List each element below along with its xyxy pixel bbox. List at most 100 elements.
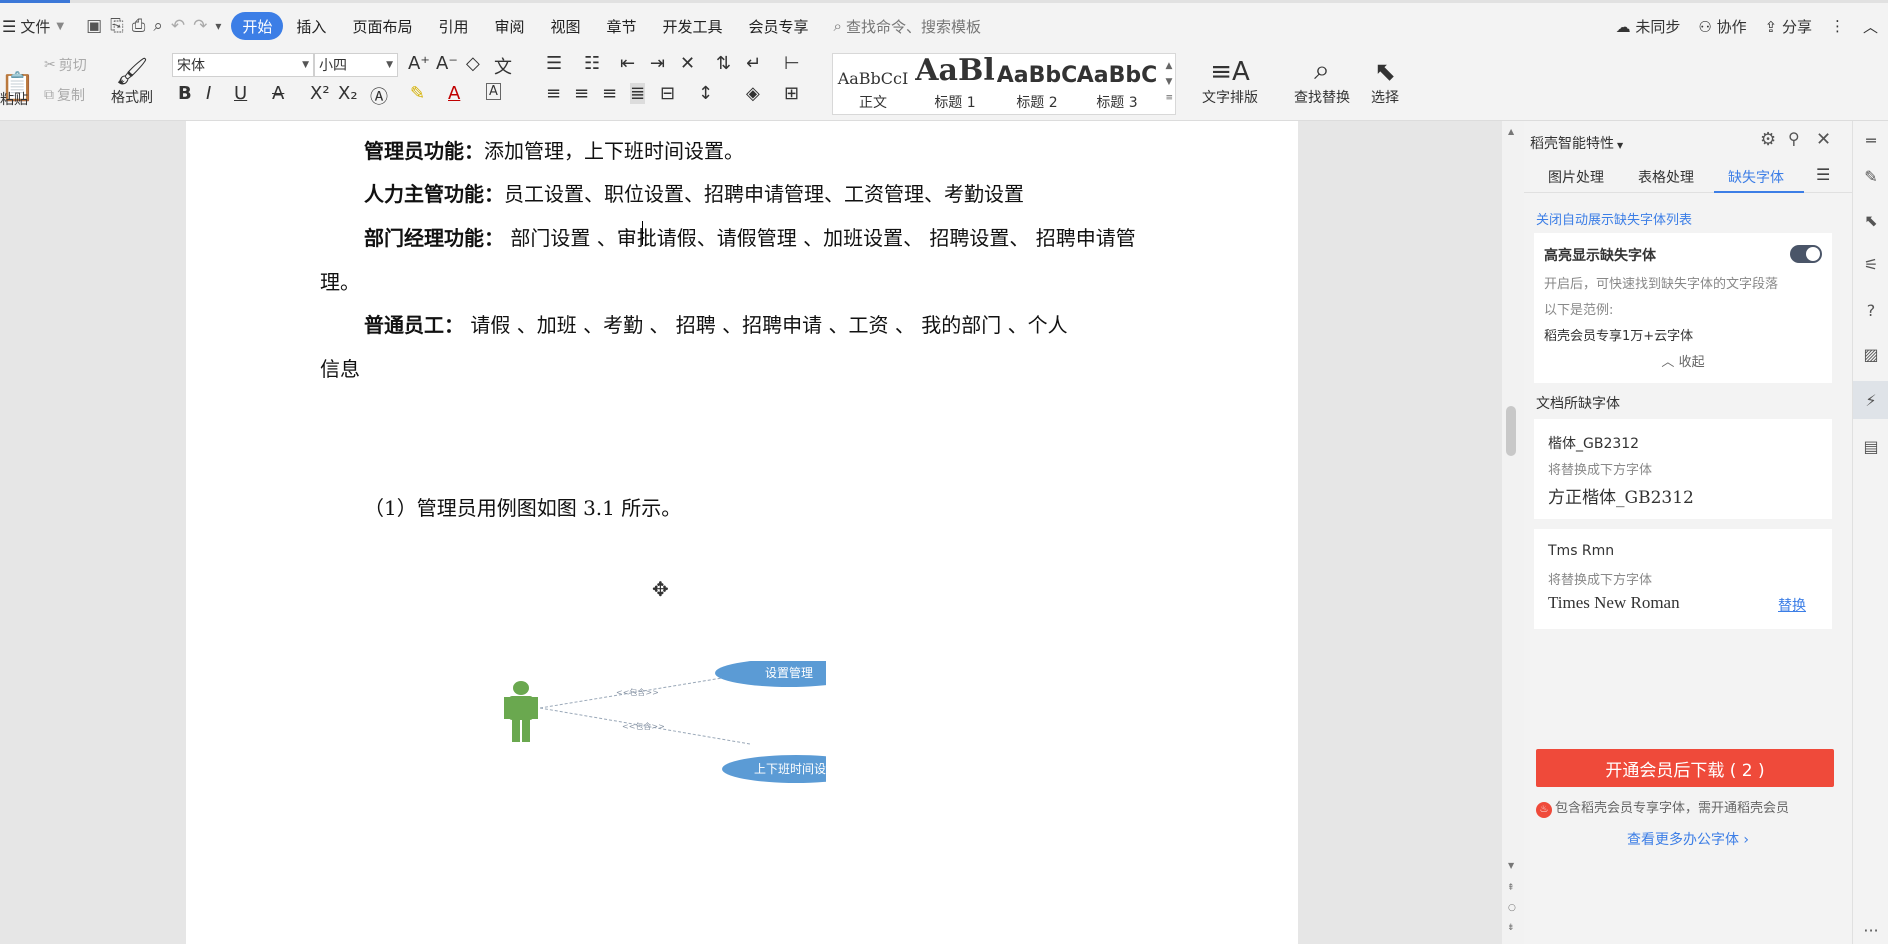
document-page[interactable]: 管理员功能：添加管理，上下班时间设置。 人力主管功能：员工设置、职位设置、招聘申…	[186, 121, 1298, 944]
collapse-ribbon-icon[interactable]: ︿	[1863, 16, 1878, 37]
sidebar-select[interactable]: ⬉	[1853, 201, 1888, 239]
sidebar-image[interactable]: ▨	[1853, 335, 1888, 373]
scroll-down-icon[interactable]: ▼	[1508, 861, 1514, 870]
scroll-thumb[interactable]	[1506, 406, 1516, 456]
tab-view[interactable]: 视图	[537, 12, 593, 40]
menu-icon[interactable]: ☰	[1816, 165, 1830, 184]
grow-font-icon[interactable]: A⁺	[408, 53, 430, 74]
tab-chapter[interactable]: 章节	[594, 12, 650, 40]
numbered-list-icon[interactable]: ☷	[584, 53, 600, 74]
close-auto-link[interactable]: 关闭自动展示缺失字体列表	[1536, 209, 1692, 228]
close-icon[interactable]: ✕	[1816, 129, 1831, 150]
highlight-icon[interactable]: ✎	[410, 83, 425, 104]
align-left-icon[interactable]: ≡	[546, 83, 561, 104]
sidebar-settings[interactable]: ⚟	[1853, 245, 1888, 283]
tab-table-processing[interactable]: 表格处理	[1638, 167, 1694, 187]
save-icon[interactable]: ▣	[86, 16, 102, 36]
pin-icon[interactable]: ⚲	[1788, 129, 1800, 148]
style-heading-2[interactable]: AaBbC 标题 2	[997, 54, 1077, 114]
tab-page-layout[interactable]: 页面布局	[339, 12, 425, 40]
phonetic-icon[interactable]: 文	[494, 53, 512, 79]
more-fonts-link[interactable]: 查看更多办公字体 ›	[1524, 829, 1852, 849]
share-button[interactable]: ⇪ 分享	[1765, 16, 1812, 37]
sync-button[interactable]: ☁ 未同步	[1616, 16, 1681, 37]
tab-developer[interactable]: 开发工具	[650, 12, 736, 40]
shading-icon[interactable]: ◈	[746, 83, 760, 104]
sidebar-edit[interactable]: ✎	[1853, 157, 1888, 195]
format-painter-button[interactable]: 🖌 格式刷	[106, 49, 158, 121]
vertical-scrollbar[interactable]: ▲ ▼ ⇞ ○ ⇟	[1502, 121, 1524, 944]
sidebar-doc[interactable]: ▤	[1853, 427, 1888, 465]
collapse-button[interactable]: ︿ 收起	[1534, 351, 1832, 370]
superscript-icon[interactable]: X²	[310, 83, 330, 104]
tab-missing-fonts[interactable]: 缺失字体	[1728, 167, 1784, 187]
decrease-indent-icon[interactable]: ⇤	[620, 53, 635, 74]
paste-button[interactable]: 📋 粘贴	[0, 49, 36, 121]
increase-indent-icon[interactable]: ⇥	[650, 53, 665, 74]
style-heading-1[interactable]: AaBl 标题 1	[915, 54, 995, 114]
scroll-up-icon[interactable]: ▲	[1508, 127, 1514, 136]
underline-icon[interactable]: U	[234, 83, 247, 104]
subscript-icon[interactable]: X₂	[338, 83, 358, 104]
font-name-select[interactable]: 宋体 ▼	[172, 53, 314, 77]
strikethrough-icon[interactable]: A	[272, 83, 284, 104]
distributed-icon[interactable]: ⊟	[660, 83, 675, 104]
styles-scroll-icon[interactable]: ▲ ▼ ≡	[1165, 58, 1173, 106]
tab-home[interactable]: 开始	[231, 12, 284, 40]
vip-download-button[interactable]: 开通会员后下载 ( 2 )	[1536, 749, 1834, 787]
bold-icon[interactable]: B	[178, 83, 192, 104]
font-color-icon[interactable]: A	[448, 83, 460, 104]
select-browse-icon[interactable]: ○	[1508, 903, 1516, 913]
redo-icon[interactable]: ↷	[193, 16, 207, 36]
command-search[interactable]: ⌕ 查找命令、搜索模板	[834, 16, 981, 37]
file-menu[interactable]: ☰ 文件 ▼	[2, 16, 64, 37]
tab-review[interactable]: 审阅	[481, 12, 537, 40]
sort-icon[interactable]: ⇅	[716, 53, 731, 74]
prev-page-icon[interactable]: ⇞	[1507, 883, 1515, 893]
tab-image-processing[interactable]: 图片处理	[1548, 167, 1604, 187]
tab-references[interactable]: 引用	[425, 12, 481, 40]
char-border-icon[interactable]: A	[486, 83, 501, 100]
align-right-icon[interactable]: ≡	[602, 83, 617, 104]
style-heading-3[interactable]: AaBbC 标题 3	[1077, 54, 1157, 114]
cut-button[interactable]: ✂ 剪切	[44, 55, 87, 75]
paragraph-marks-icon[interactable]: ↵	[746, 53, 761, 74]
text-effect-icon[interactable]: Ⓐ	[370, 83, 388, 109]
next-page-icon[interactable]: ⇟	[1507, 923, 1515, 933]
clear-format-icon[interactable]: ◇	[466, 53, 480, 74]
sidebar-help[interactable]: ?	[1853, 291, 1888, 329]
tab-insert[interactable]: 插入	[283, 12, 339, 40]
text-layout-button[interactable]: ≡A 文字排版	[1190, 49, 1270, 121]
use-case-diagram[interactable]: <<包含>> <<包含>> 设置管理 上下班时间设置	[486, 661, 826, 811]
find-replace-button[interactable]: ⌕ 查找替换	[1284, 49, 1360, 121]
chinese-layout-icon[interactable]: ✕	[680, 53, 695, 74]
style-normal[interactable]: AaBbCcI 正文	[833, 54, 913, 114]
italic-icon[interactable]: I	[206, 83, 211, 104]
tab-stops-icon[interactable]: ⊢	[784, 53, 800, 74]
print-icon[interactable]: ⎙	[132, 16, 146, 36]
align-center-icon[interactable]: ≡	[574, 83, 589, 104]
more-icon[interactable]: ⋮	[1830, 17, 1845, 35]
undo-icon[interactable]: ↶	[171, 16, 185, 36]
gear-icon[interactable]: ⚙	[1760, 129, 1776, 150]
panel-title[interactable]: 稻壳智能特性 ▼	[1530, 133, 1623, 153]
copy-button[interactable]: ⧉ 复制	[44, 85, 85, 105]
sidebar-smart[interactable]: ⚡	[1853, 381, 1888, 419]
sidebar-more[interactable]: ···	[1853, 911, 1888, 944]
borders-icon[interactable]: ⊞	[784, 83, 799, 104]
export-pdf-icon[interactable]: ⎘	[110, 16, 124, 36]
highlight-toggle[interactable]	[1790, 245, 1822, 263]
tab-member[interactable]: 会员专享	[736, 12, 822, 40]
collab-button[interactable]: ⚇ 协作	[1698, 16, 1746, 37]
bullet-list-icon[interactable]: ☰	[546, 53, 562, 74]
font-size-select[interactable]: 小四 ▼	[314, 53, 398, 77]
justify-icon[interactable]: ≣	[630, 83, 646, 104]
replace-link[interactable]: 替换	[1778, 595, 1806, 615]
print-preview-icon[interactable]: ⌕	[153, 16, 163, 36]
magnifier-icon: ⌕	[1314, 53, 1330, 86]
sidebar-icon-collapse[interactable]: ═	[1853, 121, 1888, 159]
line-spacing-icon[interactable]: ↕	[698, 83, 713, 104]
customize-icon[interactable]: ▾	[215, 19, 221, 33]
select-button[interactable]: ⬉ 选择	[1362, 49, 1408, 121]
shrink-font-icon[interactable]: A⁻	[436, 53, 458, 74]
